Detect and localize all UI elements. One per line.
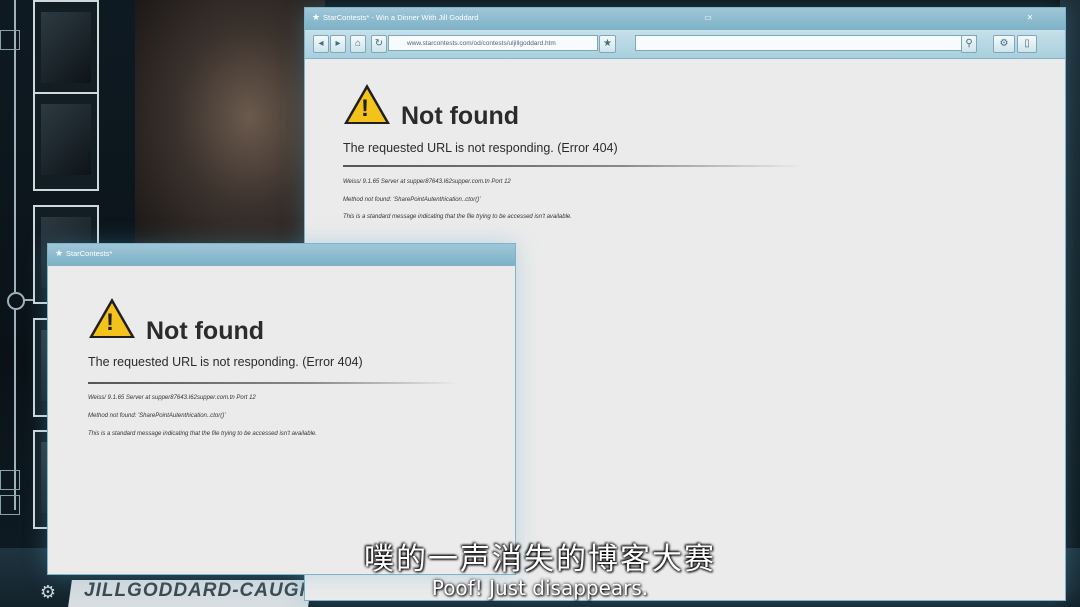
hud-thumbnail: [33, 92, 99, 191]
divider: [343, 165, 803, 167]
divider: [88, 382, 458, 384]
search-icon[interactable]: ⚲: [961, 35, 977, 53]
error-message: The requested URL is not responding. (Er…: [88, 355, 363, 369]
error-heading: Not found: [401, 102, 520, 130]
hud-line: [24, 299, 33, 301]
search-input[interactable]: [635, 35, 977, 51]
hud-thumbnail: [33, 0, 99, 99]
method-line: Method not found: 'SharePointAutenthicat…: [343, 197, 481, 203]
minimize-icon[interactable]: ▭: [703, 13, 713, 23]
star-icon: ★: [312, 12, 321, 22]
error-heading: Not found: [146, 317, 265, 345]
forward-button[interactable]: ▸: [330, 35, 346, 53]
hud-square: [0, 30, 20, 50]
window-title: StarContests* - Win a Dinner With Jill G…: [323, 13, 479, 22]
reload-button[interactable]: ↻: [371, 35, 387, 53]
background-photo: [135, 0, 325, 260]
bookmark-star-button[interactable]: ★: [599, 35, 616, 53]
server-line: Weiss/ 9.1.65 Server at supper87643.I62s…: [88, 395, 256, 401]
info-line: This is a standard message indicating th…: [88, 431, 317, 437]
info-line: This is a standard message indicating th…: [343, 214, 572, 220]
close-icon[interactable]: ✕: [1025, 13, 1035, 23]
popup-browser-window: ★ StarContests* ! Not found The requeste…: [48, 244, 515, 574]
browser-toolbar: ◂ ▸ ⌂ ↻ www.starcontests.com/od/contests…: [305, 30, 1065, 59]
error-message: The requested URL is not responding. (Er…: [343, 141, 618, 155]
popup-titlebar: ★ StarContests*: [48, 244, 515, 266]
method-line: Method not found: 'SharePointAutenthicat…: [88, 413, 226, 419]
server-line: Weiss/ 9.1.65 Server at supper87643.I62s…: [343, 179, 511, 185]
subtitle-chinese: 噗的一声消失的博客大赛: [364, 542, 716, 577]
popup-title: StarContests*: [66, 249, 113, 258]
subtitle-english: Poof! Just disappears.: [431, 576, 649, 600]
exclamation-mark: !: [106, 309, 114, 336]
address-bar[interactable]: www.starcontests.com/od/contests/uljillg…: [388, 35, 598, 51]
star-icon: ★: [55, 248, 64, 258]
page-menu-button[interactable]: ▯: [1017, 35, 1037, 53]
window-titlebar: ★ StarContests* - Win a Dinner With Jill…: [305, 8, 1065, 30]
popup-page-content: ! Not found The requested URL is not res…: [48, 266, 515, 574]
home-button[interactable]: ⌂: [350, 35, 366, 53]
exclamation-mark: !: [361, 95, 369, 122]
back-button[interactable]: ◂: [313, 35, 329, 53]
hud-square: [0, 495, 20, 515]
settings-menu-button[interactable]: ⚙: [993, 35, 1015, 53]
hud-square: [0, 470, 20, 490]
hud-node: [7, 292, 25, 310]
